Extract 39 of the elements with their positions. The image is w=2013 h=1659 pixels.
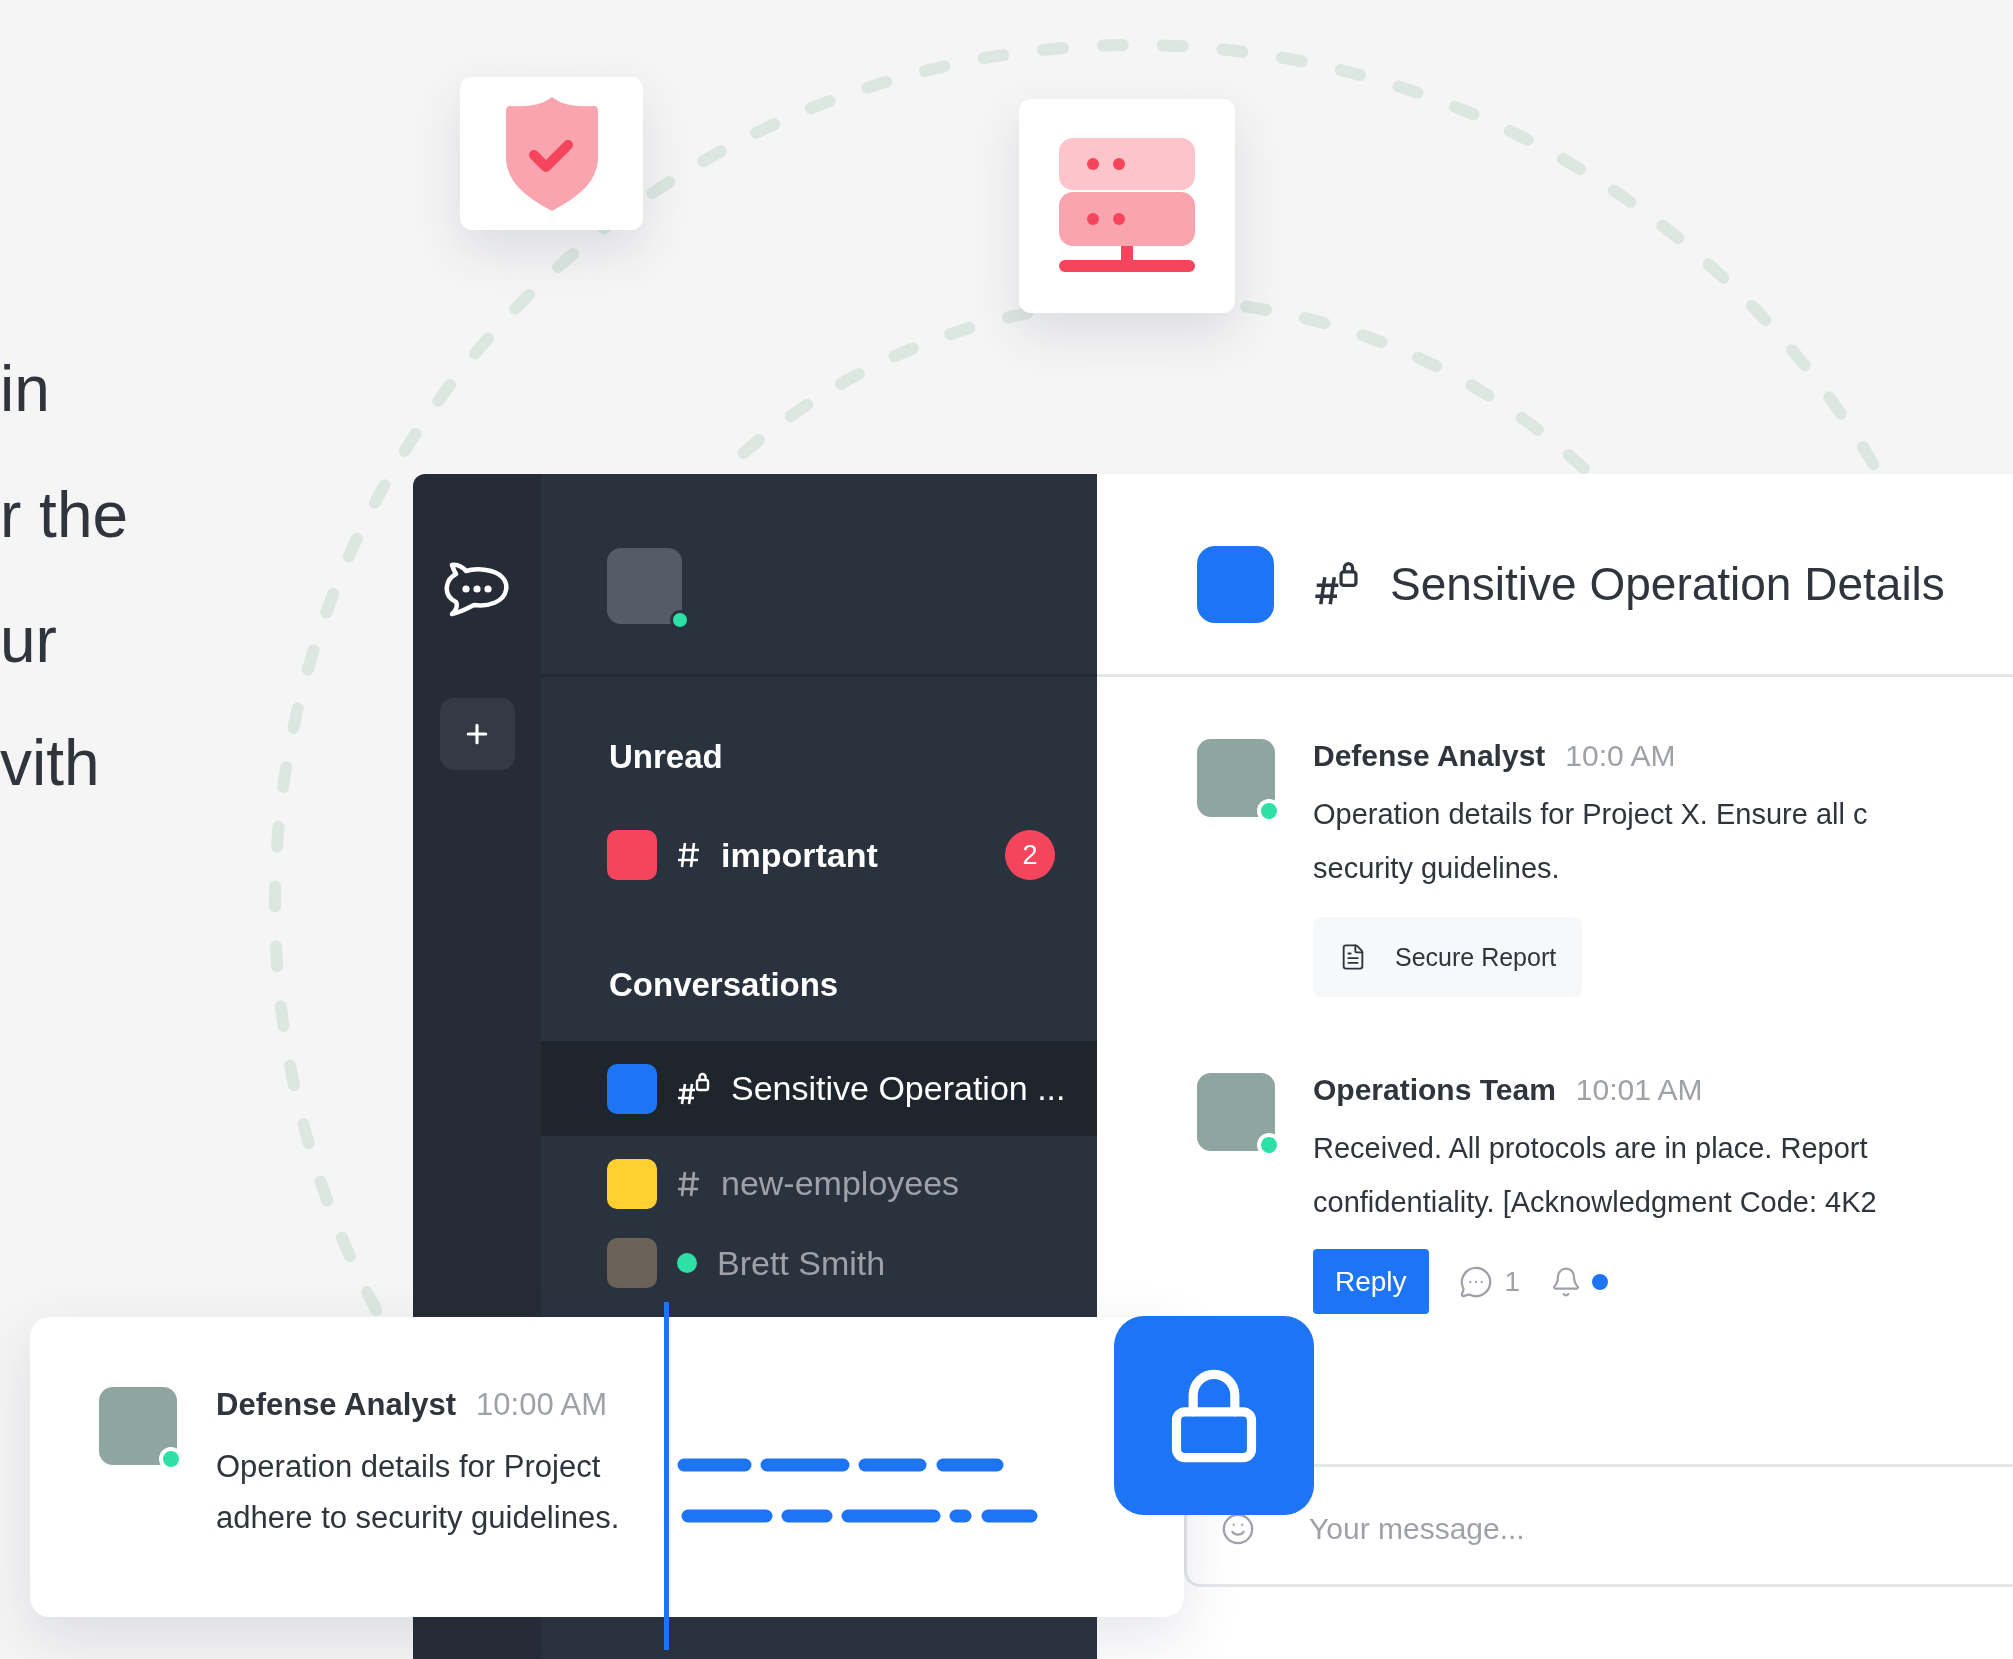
room-title: Sensitive Operation Details <box>1390 557 1945 611</box>
hash-icon <box>677 1169 701 1198</box>
message-time: 10:01 AM <box>1575 1073 1703 1107</box>
sidebar-item[interactable]: important 2 <box>541 807 1097 903</box>
hash-lock-icon <box>1314 561 1360 607</box>
unread-badge: 2 <box>1005 830 1055 880</box>
intro-text: r the <box>0 483 129 547</box>
message-text: security guidelines. <box>1313 851 1561 886</box>
author-name: Operations Team <box>1313 1073 1556 1107</box>
hash-icon <box>677 841 701 869</box>
server-icon <box>1059 138 1195 274</box>
add-button[interactable] <box>439 698 515 770</box>
author-name: Defense Analyst <box>216 1387 457 1423</box>
lock-button[interactable] <box>1114 1316 1314 1515</box>
sidebar-item[interactable]: new-employees <box>541 1136 1097 1231</box>
attachment[interactable]: Secure Report <box>1313 917 1583 997</box>
intro-text: ur <box>0 608 57 672</box>
shield-check-icon <box>505 96 598 211</box>
message-text: adhere to security guidelines. <box>216 1499 620 1537</box>
sidebar-item[interactable]: Sensitive Operation ... <box>541 1041 1097 1136</box>
message-text: Received. All protocols are in place. Report <box>1313 1131 1869 1166</box>
message-input[interactable]: Your message... <box>1307 1510 2013 1547</box>
message-text: confidentiality. [Acknowledgment Code: 4K2 <box>1313 1185 1877 1220</box>
intro-text: vith <box>0 731 100 795</box>
author-name: Defense Analyst <box>1313 739 1546 773</box>
message-time: 10:0 AM <box>1565 739 1676 773</box>
message-text: Operation details for Project <box>216 1448 602 1486</box>
thread-icon[interactable] <box>1458 1264 1493 1299</box>
reply-button[interactable]: Reply <box>1313 1249 1429 1314</box>
message-time: 10:00 AM <box>476 1387 608 1423</box>
section-title: Unread <box>608 737 723 777</box>
message-text: Operation details for Project X. Ensure all c <box>1313 797 1868 832</box>
section-title: Conversations <box>608 965 839 1005</box>
hash-lock-icon <box>677 1071 711 1106</box>
chat-bubble-logo-icon <box>444 562 510 618</box>
photo-placeholder <box>607 1238 657 1288</box>
sidebar-item[interactable]: Brett Smith <box>541 1231 1097 1295</box>
thread-count: 1 <box>1504 1265 1521 1298</box>
intro-text: in <box>0 357 50 421</box>
